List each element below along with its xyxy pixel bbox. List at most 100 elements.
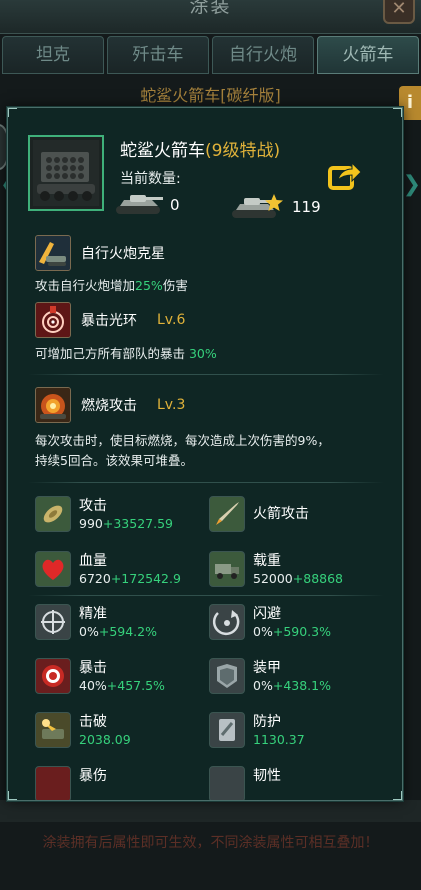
stat-dodge: 闪避 0%+590.3% [209, 604, 331, 641]
corner-decoration [393, 108, 402, 117]
stat-accuracy-name: 精准 [79, 606, 107, 622]
stat-attack-value: 990+33527.59 [79, 515, 173, 533]
skill-2: 暴击光环 Lv.6 [35, 302, 185, 338]
divider [28, 374, 384, 375]
stat-rocket-attack: 火箭攻击 [209, 496, 309, 532]
count-label: 当前数量: [120, 171, 181, 187]
tank-icon [116, 195, 163, 214]
unit-thumbnail [28, 135, 104, 211]
stat-hp: 血量 6720+172542.9 [35, 551, 181, 588]
rocket-icon [209, 496, 245, 532]
stat-rocket-attack-name: 火箭攻击 [253, 506, 309, 522]
skill-3-description: 每次攻击时，使目标燃烧，每次造成上次伤害的9%， 持续5回合。该效果可堆叠。 [35, 431, 330, 471]
unit-grade: (9级特战) [205, 141, 281, 161]
stat-bonus: +590.3% [272, 624, 331, 639]
stat-bonus: +457.5% [106, 678, 165, 693]
skill-2-desc-text: 可增加己方所有部队的暴击 [35, 346, 189, 361]
count-elite-value: 119 [292, 198, 321, 216]
corner-decoration [393, 791, 402, 800]
close-icon[interactable]: ✕ [383, 0, 415, 24]
stat-load-name: 载重 [253, 553, 281, 569]
skill-2-level: Lv.6 [157, 312, 186, 328]
stat-attack-name: 攻击 [79, 498, 107, 514]
stat-load: 载重 52000+88868 [209, 551, 343, 588]
stat-accuracy: 精准 0%+594.2% [35, 604, 157, 641]
toughness-icon [209, 766, 245, 800]
stat-attack: 攻击 990+33527.59 [35, 496, 173, 533]
artillery-killer-icon [35, 235, 71, 271]
footer-hint: 涂装拥有后属性即可生效，不同涂装属性可相互叠加！ [42, 835, 379, 851]
skill-2-description: 可增加己方所有部队的暴击 30% [35, 344, 217, 364]
skill-3-name: 燃烧攻击 [81, 398, 137, 414]
stat-toughness: 韧性 [209, 766, 281, 800]
divider [28, 595, 384, 596]
stat-hp-value: 6720+172542.9 [79, 570, 181, 588]
stat-base: 6720 [79, 571, 111, 586]
stat-base: 40% [79, 678, 107, 693]
background-strip [0, 800, 421, 822]
stat-crit-value: 40%+457.5% [79, 677, 165, 695]
stat-break: 击破 2038.09 [35, 712, 131, 749]
stat-base: 52000 [253, 571, 293, 586]
skill-1-desc-text: 攻击自行火炮增加 [35, 278, 136, 293]
count-normal: 0 [112, 192, 180, 218]
stat-hp-name: 血量 [79, 553, 107, 569]
count-normal-value: 0 [170, 196, 180, 214]
stat-armor-name: 装甲 [253, 660, 281, 676]
stat-base: 990 [79, 516, 103, 531]
chevron-right-icon[interactable]: ❯ [403, 172, 421, 197]
dodge-icon [209, 604, 245, 640]
stat-break-name: 击破 [79, 714, 107, 730]
stat-protection-name: 防护 [253, 714, 281, 730]
stat-toughness-name: 韧性 [253, 768, 281, 784]
stat-bonus: +594.2% [98, 624, 157, 639]
stat-bonus: +88868 [292, 571, 344, 586]
stat-crit: 暴击 40%+457.5% [35, 658, 165, 695]
stat-dodge-value: 0%+590.3% [253, 623, 331, 641]
tab-tank-destroyer[interactable]: 歼击车 [107, 36, 209, 74]
stat-bonus: +172542.9 [110, 571, 181, 586]
unit-name: 蛇鲨火箭车 [120, 141, 205, 161]
break-icon [35, 712, 71, 748]
stat-accuracy-value: 0%+594.2% [79, 623, 157, 641]
stat-armor-value: 0%+438.1% [253, 677, 331, 695]
shell-icon [35, 496, 71, 532]
share-icon[interactable] [328, 160, 362, 190]
skill-3-level: Lv.3 [157, 397, 186, 413]
divider [28, 482, 384, 483]
stat-bonus: +438.1% [272, 678, 331, 693]
stat-base: 0% [253, 624, 273, 639]
stat-protection-value: 1130.37 [253, 732, 305, 747]
stat-armor: 装甲 0%+438.1% [209, 658, 331, 695]
count-elite: 119 [228, 192, 321, 222]
stat-load-value: 52000+88868 [253, 570, 343, 588]
truck-icon [209, 551, 245, 587]
tab-tank[interactable]: 坦克 [2, 36, 104, 74]
burn-attack-icon [35, 387, 71, 423]
skill-1: 自行火炮克星 [35, 235, 165, 271]
rocket-launcher-icon [33, 140, 99, 206]
crit-aura-icon [35, 302, 71, 338]
tab-artillery[interactable]: 自行火炮 [212, 36, 314, 74]
heart-icon [35, 551, 71, 587]
tab-rocket[interactable]: 火箭车 [317, 36, 419, 74]
stat-dodge-name: 闪避 [253, 606, 281, 622]
unit-detail-popup: 蛇鲨火箭车(9级特战) 当前数量: 0 119 自行火炮克星 攻击自行火炮增加2… [7, 107, 403, 801]
elite-tank-icon [232, 194, 283, 218]
crit-target-icon [35, 658, 71, 694]
crit-damage-icon [35, 766, 71, 800]
skill-1-desc-value: 25% [135, 278, 163, 293]
skill-2-name: 暴击光环 [81, 313, 137, 329]
stat-crit-name: 暴击 [79, 660, 107, 676]
shield-icon [209, 712, 245, 748]
skin-name: 蛇鲨火箭车[碳纤版] [140, 86, 281, 105]
background-header: 涂装 ✕ [0, 0, 421, 34]
corner-decoration [8, 791, 17, 800]
armor-icon [209, 658, 245, 694]
stat-break-value: 2038.09 [79, 732, 131, 747]
stat-protection: 防护 1130.37 [209, 712, 305, 749]
category-tabs: 坦克 歼击车 自行火炮 火箭车 [0, 36, 421, 74]
skill-1-description: 攻击自行火炮增加25%伤害 [35, 276, 188, 296]
crosshair-icon [35, 604, 71, 640]
unit-title: 蛇鲨火箭车(9级特战) [120, 136, 280, 161]
